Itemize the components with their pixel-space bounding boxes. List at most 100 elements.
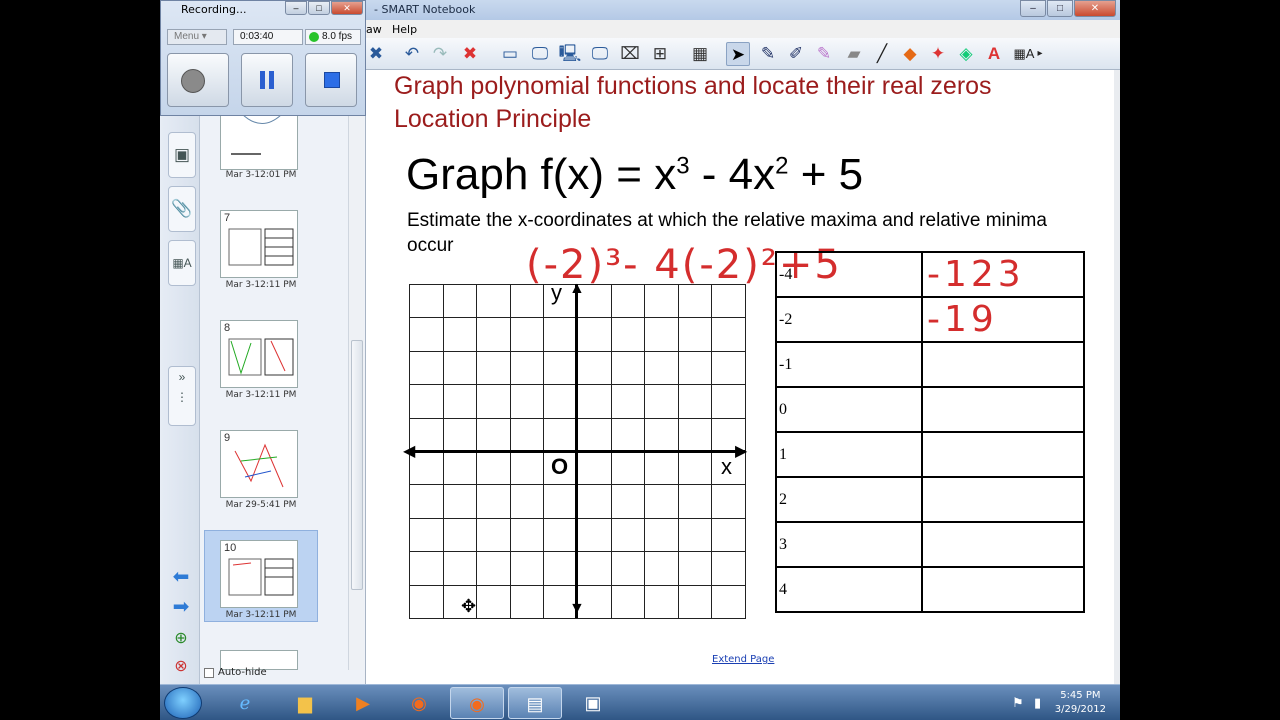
- grid-cell: [509, 551, 545, 586]
- panel-move-handle-icon[interactable]: » ⋮: [168, 366, 196, 426]
- action-center-icon[interactable]: ⚑: [1012, 695, 1024, 711]
- gallery-tab-icon[interactable]: ▣: [168, 132, 196, 178]
- page-thumbnail[interactable]: 9: [220, 430, 298, 498]
- delete-page-side-icon[interactable]: ⊗: [168, 656, 194, 678]
- x-value-cell: 1: [775, 431, 923, 478]
- table-icon[interactable]: ▦: [688, 42, 712, 66]
- more-tools-icon[interactable]: ▸: [1034, 42, 1046, 66]
- canvas-scrollbar[interactable]: [1114, 70, 1120, 684]
- undo-icon[interactable]: ↶: [400, 42, 424, 66]
- grid-cell: [644, 451, 679, 486]
- grid-cell: [476, 451, 511, 486]
- previous-page-icon[interactable]: ⬅: [168, 566, 194, 588]
- y-axis: [575, 284, 578, 618]
- magic-pen-icon[interactable]: ✦: [926, 42, 950, 66]
- grid-cell: [577, 384, 612, 419]
- thumbnail-preview: [234, 443, 284, 488]
- page-thumbnail[interactable]: 7: [220, 210, 298, 278]
- grid-cell: [409, 484, 444, 519]
- page-thumbnail-selected[interactable]: 10: [220, 540, 298, 608]
- grid-cell: [409, 350, 444, 386]
- creative-pen-icon[interactable]: ✐: [784, 42, 808, 66]
- select-pointer-icon[interactable]: ➤: [726, 42, 750, 66]
- record-button[interactable]: [167, 53, 229, 107]
- redo-icon[interactable]: ↷: [428, 42, 452, 66]
- scrollbar-thumb[interactable]: [351, 340, 363, 590]
- shapes-icon[interactable]: ◆: [898, 42, 922, 66]
- delete-page-icon[interactable]: ✖: [364, 42, 388, 66]
- system-clock[interactable]: 5:45 PM 3/29/2012: [1055, 689, 1106, 717]
- auto-hide-checkbox[interactable]: [204, 667, 214, 678]
- grid-cell: [409, 284, 444, 319]
- notebook-canvas[interactable]: Graph polynomial functions and locate th…: [366, 70, 1114, 684]
- table-row: 0: [775, 386, 1085, 433]
- smart-notebook-icon[interactable]: ▤: [508, 687, 562, 719]
- internet-explorer-icon[interactable]: ℯ: [218, 687, 272, 719]
- recording-fps: 8.0 fps: [305, 29, 361, 45]
- page-sorter-scrollbar[interactable]: [348, 70, 364, 670]
- file-explorer-icon[interactable]: ▆: [278, 687, 332, 719]
- firefox-active-icon[interactable]: ◉: [450, 687, 504, 719]
- properties-tab-icon[interactable]: ▦A: [168, 240, 196, 286]
- media-player-icon[interactable]: ▶: [336, 687, 390, 719]
- grid-cell: [409, 384, 444, 419]
- recorder-minimize-button[interactable]: –: [285, 1, 307, 15]
- y-value-cell[interactable]: [921, 521, 1085, 568]
- stop-button[interactable]: [305, 53, 357, 107]
- grid-cell: [543, 484, 578, 519]
- line-icon[interactable]: ╱: [870, 42, 894, 66]
- pause-button[interactable]: [241, 53, 293, 107]
- y-value-cell[interactable]: [921, 476, 1085, 523]
- screen-shade-icon[interactable]: ▭: [498, 42, 522, 66]
- grid-cell: [476, 551, 511, 586]
- document-camera-icon[interactable]: ⊞: [648, 42, 672, 66]
- display-icon[interactable]: 🖵: [528, 42, 552, 66]
- properties-icon[interactable]: ▦A: [1012, 42, 1036, 66]
- menu-help[interactable]: Help: [392, 23, 417, 36]
- y-value-cell[interactable]: [921, 386, 1085, 433]
- grid-cell: [711, 317, 746, 352]
- recorder-close-button[interactable]: ✕: [331, 1, 363, 15]
- pen-icon[interactable]: ✎: [756, 42, 780, 66]
- y-value-cell[interactable]: -123: [921, 251, 1085, 298]
- y-value-cell[interactable]: [921, 566, 1085, 613]
- network-icon[interactable]: ▮: [1034, 695, 1041, 711]
- y-value-cell[interactable]: [921, 431, 1085, 478]
- grid-cell: [442, 284, 478, 319]
- recorder-app-icon[interactable]: ▣: [566, 687, 620, 719]
- y-value-cell[interactable]: [921, 341, 1085, 388]
- highlighter-icon[interactable]: ✎: [812, 42, 836, 66]
- origin-label: O: [551, 454, 569, 479]
- maximize-button[interactable]: □: [1047, 0, 1073, 17]
- grid-cell: [409, 584, 444, 619]
- next-page-icon[interactable]: ➡: [168, 596, 194, 618]
- grid-cell: [677, 584, 713, 619]
- camera-icon[interactable]: ⌧: [618, 42, 642, 66]
- y-value-cell[interactable]: -19: [921, 296, 1085, 343]
- attachments-tab-icon[interactable]: 📎: [168, 186, 196, 232]
- page-thumbnail[interactable]: 8: [220, 320, 298, 388]
- auto-hide-option[interactable]: Auto-hide: [204, 667, 267, 678]
- add-page-icon[interactable]: ⊕: [168, 628, 194, 650]
- projector-icon[interactable]: 🖵: [588, 42, 612, 66]
- close-button[interactable]: ✕: [1074, 0, 1116, 17]
- fill-icon[interactable]: ◈: [954, 42, 978, 66]
- menu-draw[interactable]: aw: [366, 23, 382, 36]
- firefox-icon[interactable]: ◉: [392, 687, 446, 719]
- table-row: 1: [775, 431, 1085, 478]
- minimize-button[interactable]: –: [1020, 0, 1046, 17]
- grid-cell: [409, 551, 444, 586]
- monitor-icon[interactable]: 🖳: [558, 42, 582, 66]
- extend-page-link[interactable]: Extend Page: [712, 654, 774, 665]
- coordinate-grid[interactable]: ◀ ▶ ▲ ▼ y x O ✥: [403, 280, 747, 619]
- record-icon: [181, 69, 205, 93]
- auto-hide-label: Auto-hide: [218, 667, 267, 678]
- text-icon[interactable]: A: [982, 42, 1006, 66]
- delete-icon[interactable]: ✖: [458, 42, 482, 66]
- recorder-maximize-button[interactable]: □: [308, 1, 330, 15]
- eraser-icon[interactable]: ▰: [842, 42, 866, 66]
- grid-cell: [610, 317, 646, 352]
- recorder-menu-dropdown[interactable]: Menu ▾: [167, 29, 227, 45]
- grid-cell: [509, 517, 545, 553]
- start-button[interactable]: [164, 687, 202, 719]
